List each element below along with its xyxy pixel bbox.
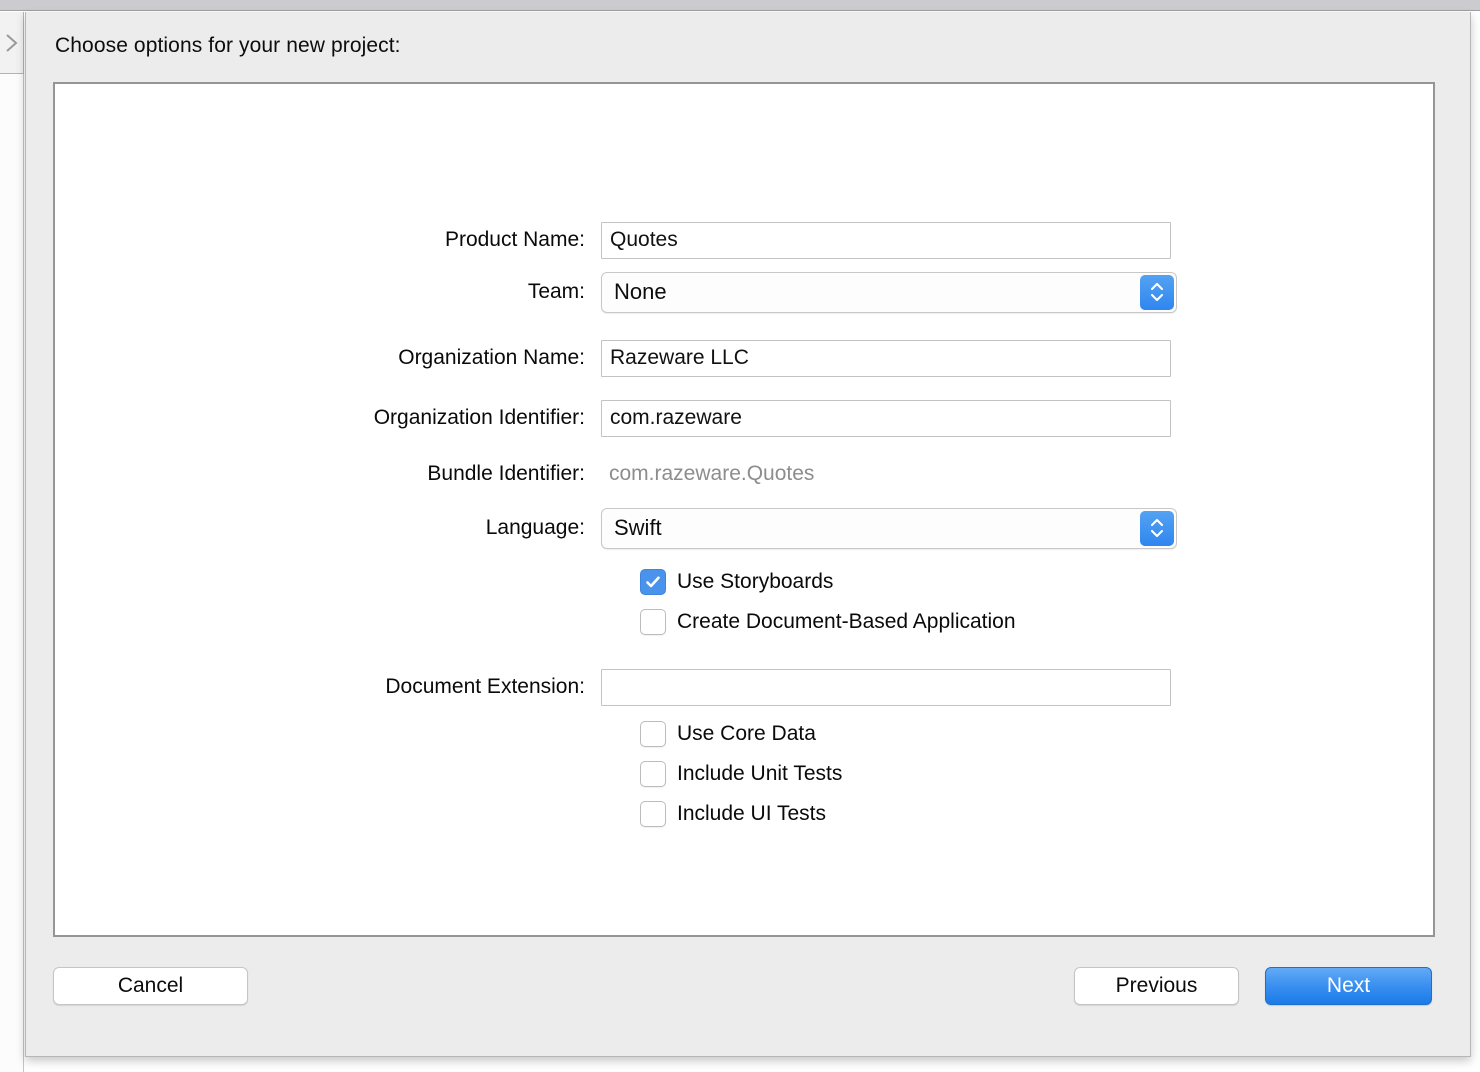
page-title: Choose options for your new project:: [55, 34, 401, 58]
use-storyboards-checkbox[interactable]: [640, 569, 666, 595]
bundle-identifier-value: com.razeware.Quotes: [601, 462, 814, 486]
create-document-based-checkbox[interactable]: [640, 609, 666, 635]
product-name-input[interactable]: Quotes: [601, 222, 1171, 259]
options-panel: Product Name: Quotes Team: None: [53, 82, 1435, 937]
include-unit-tests-label: Include Unit Tests: [677, 762, 842, 786]
checkbox-row-use-core-data[interactable]: Use Core Data: [640, 719, 816, 749]
checkbox-row-include-ui-tests[interactable]: Include UI Tests: [640, 799, 826, 829]
use-core-data-label: Use Core Data: [677, 722, 816, 746]
label-organization-identifier: Organization Identifier:: [55, 406, 601, 430]
checkbox-row-create-document-based[interactable]: Create Document-Based Application: [640, 607, 1016, 637]
background-window-chevron-button[interactable]: [0, 12, 24, 74]
team-dropdown[interactable]: None: [601, 272, 1177, 313]
create-document-based-label: Create Document-Based Application: [677, 610, 1016, 634]
row-team: Team: None: [55, 272, 1177, 312]
checkbox-row-include-unit-tests[interactable]: Include Unit Tests: [640, 759, 842, 789]
row-organization-identifier: Organization Identifier: com.razeware: [55, 398, 1171, 438]
cancel-button[interactable]: Cancel: [53, 967, 248, 1005]
organization-name-input[interactable]: Razeware LLC: [601, 340, 1171, 377]
checkbox-row-use-storyboards[interactable]: Use Storyboards: [640, 567, 833, 597]
language-dropdown[interactable]: Swift: [601, 508, 1177, 549]
include-ui-tests-label: Include UI Tests: [677, 802, 826, 826]
use-core-data-checkbox[interactable]: [640, 721, 666, 747]
row-language: Language: Swift: [55, 508, 1177, 548]
label-language: Language:: [55, 516, 601, 540]
background-window-sidebar-rail: [0, 74, 24, 1072]
stepper-up-down-icon: [1148, 515, 1166, 541]
previous-button[interactable]: Previous: [1074, 967, 1239, 1005]
checkmark-icon: [644, 573, 662, 591]
include-unit-tests-checkbox[interactable]: [640, 761, 666, 787]
chevron-right-icon: [4, 32, 20, 54]
include-ui-tests-checkbox[interactable]: [640, 801, 666, 827]
organization-identifier-input[interactable]: com.razeware: [601, 400, 1171, 437]
window-titlebar-strip: [0, 0, 1480, 11]
row-bundle-identifier: Bundle Identifier: com.razeware.Quotes: [55, 454, 814, 494]
row-organization-name: Organization Name: Razeware LLC: [55, 338, 1171, 378]
document-extension-input[interactable]: [601, 669, 1171, 706]
next-button[interactable]: Next: [1265, 967, 1432, 1005]
language-dropdown-stepper[interactable]: [1140, 511, 1174, 546]
team-dropdown-value: None: [614, 279, 667, 305]
label-document-extension: Document Extension:: [55, 675, 601, 699]
stepper-up-down-icon: [1148, 279, 1166, 305]
new-project-options-sheet: Choose options for your new project: Pro…: [25, 12, 1471, 1057]
use-storyboards-label: Use Storyboards: [677, 570, 833, 594]
label-organization-name: Organization Name:: [55, 346, 601, 370]
label-team: Team:: [55, 280, 601, 304]
label-product-name: Product Name:: [55, 228, 601, 252]
row-product-name: Product Name: Quotes: [55, 220, 1171, 260]
label-bundle-identifier: Bundle Identifier:: [55, 462, 601, 486]
team-dropdown-stepper[interactable]: [1140, 275, 1174, 310]
row-document-extension: Document Extension:: [55, 667, 1171, 707]
language-dropdown-value: Swift: [614, 515, 662, 541]
